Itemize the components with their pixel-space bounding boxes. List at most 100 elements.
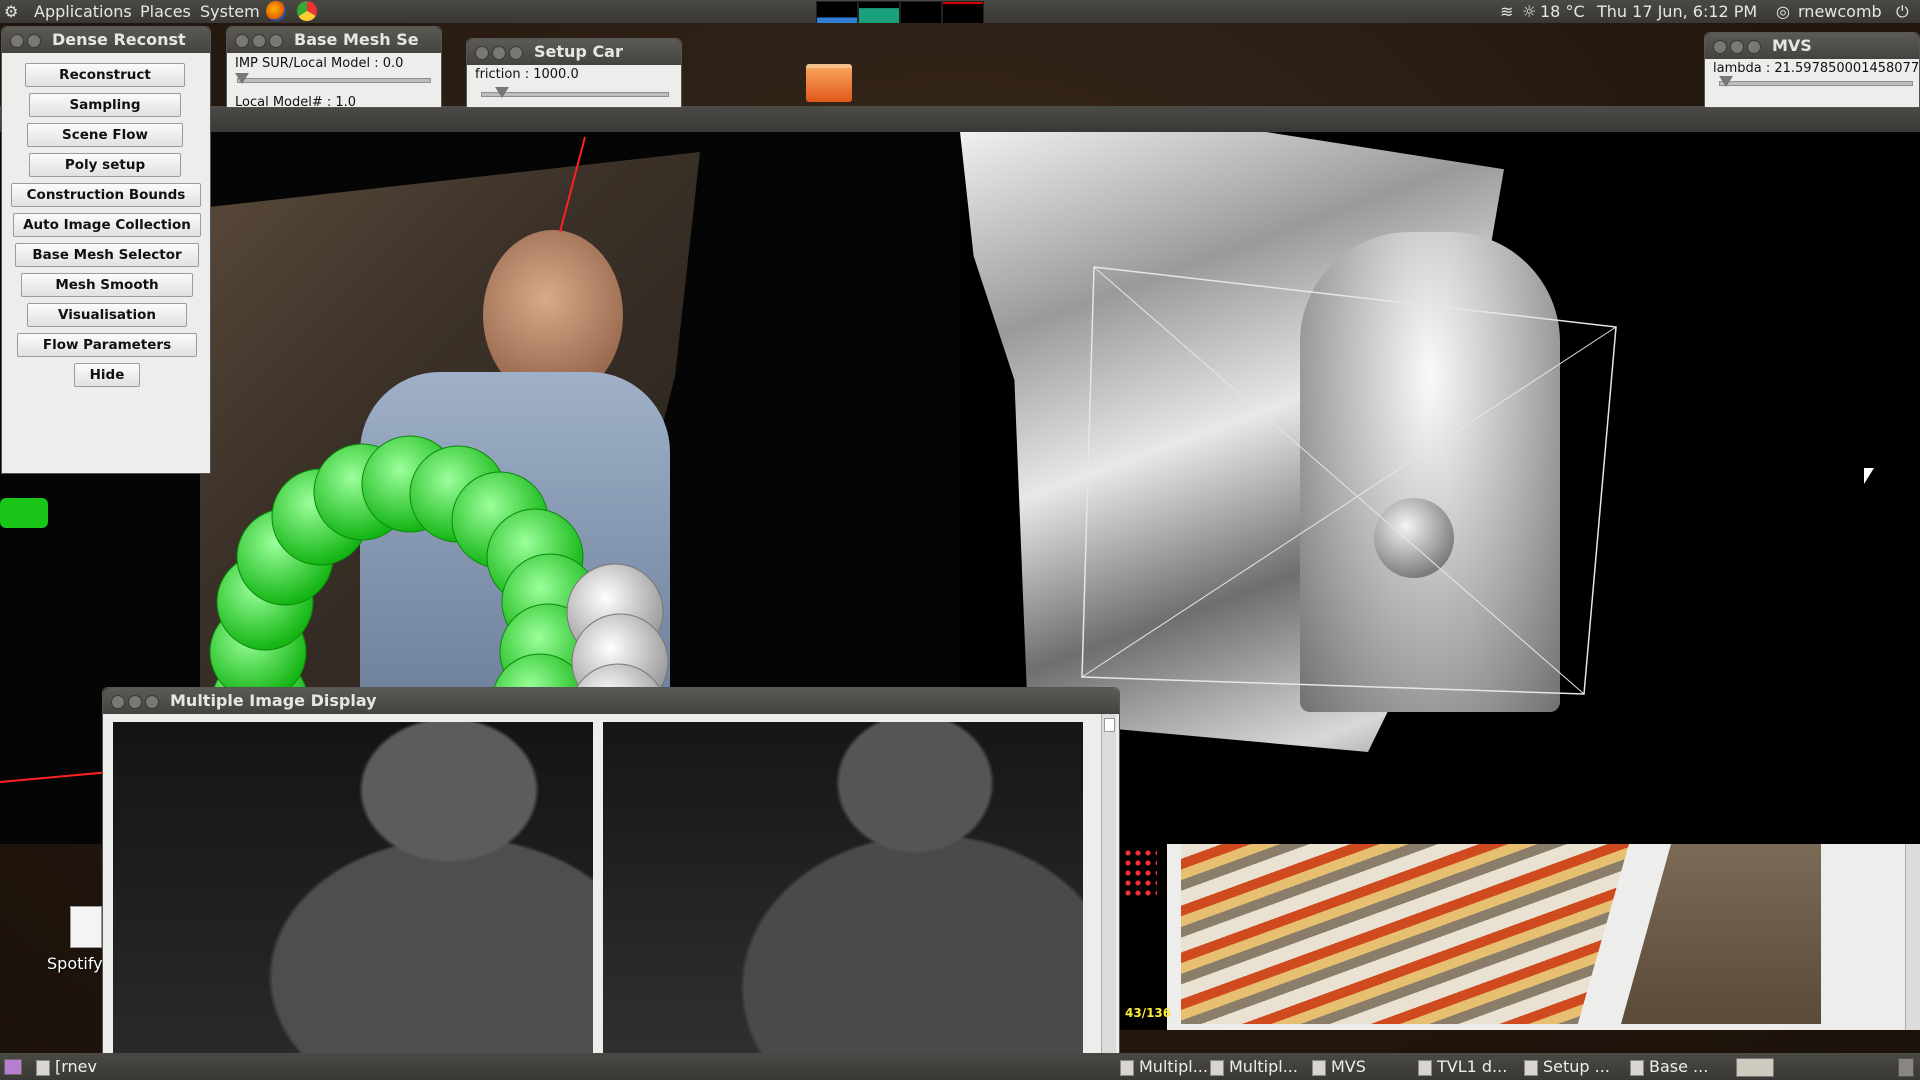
lambda-slider-thumb[interactable] [1719,76,1733,87]
java-icon [1312,1059,1326,1076]
feature-points-thumbnail [1123,848,1157,898]
friction-slider[interactable] [481,92,669,97]
taskbar-label: MVS [1331,1057,1366,1076]
minimize-icon[interactable] [252,34,266,48]
weather-icon: ☼ [1522,2,1537,21]
imp-sur-label: IMP SUR/Local Model : 0.0 [235,56,404,71]
maximize-icon[interactable] [145,695,159,709]
taskbar-item-tvl1[interactable]: TVL1 d... [1418,1056,1518,1077]
dense-reconst-body: Reconstruct Sampling Scene Flow Poly set… [2,53,210,473]
user-icon: ◎ [1776,2,1790,21]
taskbar-item-multiple-2[interactable]: Multipl... [1210,1056,1310,1077]
trash-icon[interactable] [1898,1058,1914,1077]
java-icon [1630,1059,1644,1076]
close-icon[interactable] [235,34,249,48]
maximize-icon[interactable] [509,46,523,60]
imp-sur-slider[interactable] [237,78,431,83]
spotify-file-icon[interactable] [70,906,102,948]
terminal-icon [36,1059,50,1076]
close-icon[interactable] [111,695,125,709]
window-title: Dense Reconst [52,30,186,49]
base-mesh-titlebar[interactable]: Base Mesh Se [227,27,441,53]
auto-image-collection-button[interactable]: Auto Image Collection [13,213,201,237]
dense-reconst-titlebar[interactable]: Dense Reconst [2,27,210,53]
lambda-label: lambda : 21.597850001458077 [1713,61,1920,76]
lambda-slider[interactable] [1719,81,1913,86]
mvs-window: MVS lambda : 21.597850001458077 [1704,32,1920,108]
sampling-button[interactable]: Sampling [29,93,181,117]
network-monitor-icon [900,1,942,24]
chrome-icon[interactable] [297,1,317,21]
taskbar-item-terminal[interactable]: [rnev [36,1056,110,1077]
maximize-icon[interactable] [269,34,283,48]
disk-monitor-icon [942,1,984,24]
mvs-body: lambda : 21.597850001458077 [1705,59,1919,107]
visualisation-button[interactable]: Visualisation [27,303,187,327]
power-icon[interactable]: ⏻ [1896,2,1909,22]
ubuntu-logo-icon[interactable]: ⚙ [4,2,18,21]
taskbar-label: Base ... [1649,1057,1709,1076]
menu-applications[interactable]: Applications [34,2,132,21]
taskbar-label: [rnev [55,1057,97,1076]
multiple-image-body [103,714,1119,1054]
taskbar-label: Multipl... [1139,1057,1208,1076]
java-icon [1524,1059,1538,1076]
imp-sur-slider-thumb[interactable] [235,73,249,84]
taskbar-item-mvs[interactable]: MVS [1312,1056,1412,1077]
close-icon[interactable] [10,34,24,48]
wifi-icon[interactable]: ≋ [1500,2,1513,21]
dense-reconst-window: Dense Reconst Reconstruct Sampling Scene… [1,26,211,474]
frame-viewer-window: 43/136 [1118,844,1920,1030]
close-icon[interactable] [475,46,489,60]
taskbar-item-base[interactable]: Base ... [1630,1056,1730,1077]
clock[interactable]: Thu 17 Jun, 6:12 PM [1597,2,1757,21]
minimize-icon[interactable] [1730,40,1744,54]
poly-setup-button[interactable]: Poly setup [29,153,181,177]
window-title: MVS [1772,36,1812,55]
minimize-icon[interactable] [492,46,506,60]
mvs-titlebar[interactable]: MVS [1705,33,1919,59]
construction-bounds-button[interactable]: Construction Bounds [11,183,201,207]
multiple-image-scrollbar[interactable] [1101,714,1116,1054]
frame-thumbnail-strip: 43/136 [1119,844,1171,1030]
flow-parameters-button[interactable]: Flow Parameters [17,333,197,357]
close-icon[interactable] [1713,40,1727,54]
firefox-icon[interactable] [266,1,286,21]
taskbar-label: Multipl... [1229,1057,1298,1076]
raw-depth-image [113,722,593,1054]
frame-viewer-scrollbar[interactable] [1905,844,1920,1030]
desktop-icon-label[interactable]: Spotify [47,954,103,973]
hide-button[interactable]: Hide [74,363,140,387]
multiple-image-display-window: Multiple Image Display [102,687,1120,1055]
java-icon [1210,1059,1224,1076]
workspace-switcher[interactable] [1736,1058,1774,1077]
scene-flow-button[interactable]: Scene Flow [27,123,183,147]
user-menu[interactable]: rnewcomb [1798,2,1882,21]
taskbar-item-multiple-1[interactable]: Multipl... [1120,1056,1220,1077]
maximize-icon[interactable] [1747,40,1761,54]
taskbar-item-setup[interactable]: Setup ... [1524,1056,1624,1077]
base-mesh-selector-button[interactable]: Base Mesh Selector [15,243,199,267]
reconstruct-button[interactable]: Reconstruct [25,63,185,87]
local-model-label: Local Model# : 1.0 [235,95,357,108]
mesh-smooth-button[interactable]: Mesh Smooth [21,273,193,297]
folder-icon[interactable] [806,64,852,102]
menu-places[interactable]: Places [140,2,191,21]
car-object [0,498,48,528]
memory-monitor-icon [858,1,900,24]
friction-slider-thumb[interactable] [495,87,509,98]
setup-car-titlebar[interactable]: Setup Car [467,39,681,65]
menu-system[interactable]: System [200,2,260,21]
multiple-image-titlebar[interactable]: Multiple Image Display [103,688,1119,714]
top-panel: ⚙ Applications Places System ≋ ☼ 18 °C T… [0,0,1920,24]
setup-car-window: Setup Car friction : 1000.0 [466,38,682,108]
minimize-icon[interactable] [27,34,41,48]
show-desktop-icon[interactable] [4,1059,22,1075]
weather-temp[interactable]: 18 °C [1540,2,1585,21]
minimize-icon[interactable] [128,695,142,709]
camera-frame-floor [1621,844,1821,1024]
scroll-thumb[interactable] [1104,718,1115,732]
mouse-pointer-icon [1864,468,1874,484]
setup-car-body: friction : 1000.0 [467,65,681,107]
java-icon [1418,1059,1432,1076]
